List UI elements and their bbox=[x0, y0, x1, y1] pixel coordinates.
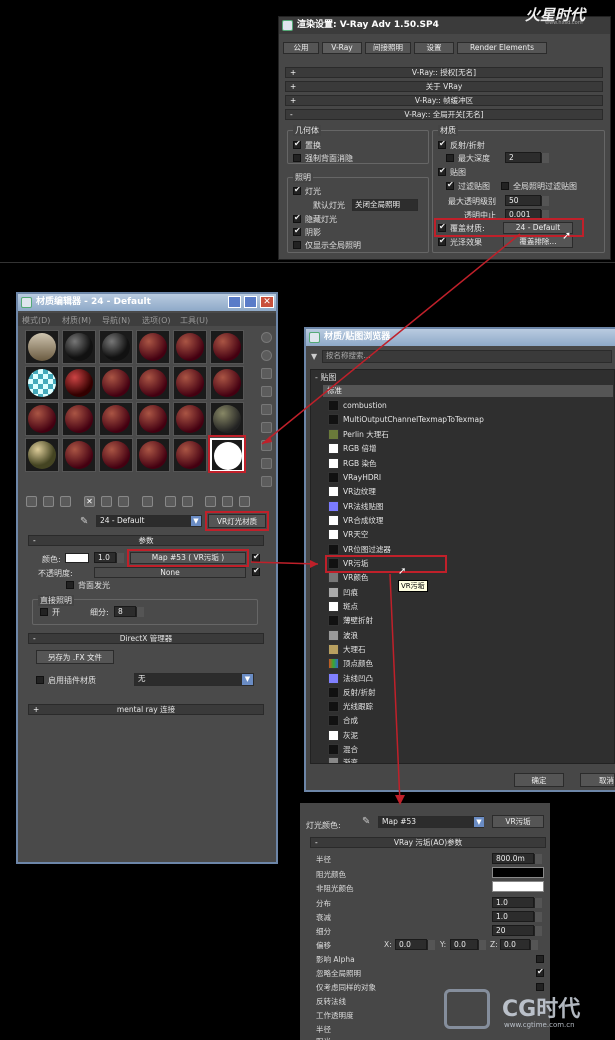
connector-arrows bbox=[250, 233, 521, 805]
arrow-override-to-slot bbox=[261, 233, 521, 445]
arrowhead bbox=[395, 795, 405, 805]
arrowhead bbox=[310, 560, 318, 568]
arrow-browser-to-panel bbox=[389, 573, 401, 804]
arrow-map-to-browser bbox=[250, 561, 319, 565]
